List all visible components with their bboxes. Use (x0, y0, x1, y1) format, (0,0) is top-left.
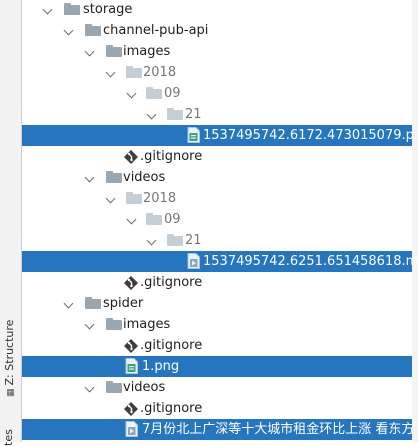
structure-icon: ▦ (6, 388, 16, 397)
git-icon (124, 402, 138, 416)
folder-icon (85, 297, 101, 309)
chevron-down-icon[interactable] (84, 319, 95, 330)
scrollbar[interactable] (412, 0, 418, 442)
chevron-down-icon[interactable] (42, 4, 53, 15)
tree-node-storage[interactable]: storage (22, 0, 412, 20)
folder-icon (126, 66, 142, 78)
chevron-down-icon[interactable] (105, 67, 116, 78)
tree-node-2018[interactable]: 2018 (22, 62, 412, 83)
chevron-down-icon[interactable] (84, 172, 95, 183)
chevron-down-icon[interactable] (126, 88, 137, 99)
tree-node-channel-pub-api[interactable]: channel-pub-api (22, 20, 412, 41)
folder-icon (106, 45, 122, 57)
chevron-down-icon[interactable] (146, 109, 157, 120)
tree-node-videos[interactable]: videos (22, 377, 412, 398)
tree-node-gitignore[interactable]: .gitignore (22, 272, 412, 293)
folder-icon (106, 318, 122, 330)
tree-node-file-png[interactable]: 1537495742.6172.473015079.png (22, 125, 418, 146)
tree-node-21[interactable]: 21 (22, 230, 412, 251)
left-tool-window-bar: ▦Z: Structure tes (0, 0, 22, 446)
tree-node-file-mp4[interactable]: 1537495742.6251.651458618.mp4 (22, 251, 418, 272)
tree-node-spider[interactable]: spider (22, 293, 412, 314)
image-file-icon (187, 127, 200, 143)
structure-tool-tab[interactable]: ▦Z: Structure (1, 320, 19, 397)
tree-node-gitignore[interactable]: .gitignore (22, 398, 412, 419)
chevron-down-icon[interactable] (126, 214, 137, 225)
folder-icon (167, 108, 183, 120)
folder-icon (167, 234, 183, 246)
folder-icon (126, 192, 142, 204)
folder-icon (146, 213, 162, 225)
chevron-down-icon[interactable] (146, 235, 157, 246)
tree-node-09[interactable]: 09 (22, 83, 412, 104)
tree-node-gitignore[interactable]: .gitignore (22, 146, 412, 167)
folder-icon (146, 87, 162, 99)
git-icon (124, 150, 138, 164)
tree-node-09[interactable]: 09 (22, 209, 412, 230)
tree-node-gitignore[interactable]: .gitignore (22, 335, 412, 356)
chevron-down-icon[interactable] (63, 298, 74, 309)
chevron-down-icon[interactable] (105, 193, 116, 204)
tree-node-images[interactable]: images (22, 314, 412, 335)
image-file-icon (125, 358, 138, 374)
git-icon (124, 339, 138, 353)
video-file-icon (187, 253, 200, 269)
git-icon (124, 276, 138, 290)
tree-node-videos[interactable]: videos (22, 167, 412, 188)
tree-node-2018[interactable]: 2018 (22, 188, 412, 209)
folder-icon (106, 171, 122, 183)
folder-icon (85, 24, 101, 36)
folder-icon (64, 3, 80, 15)
folder-icon (106, 381, 122, 393)
chevron-down-icon[interactable] (84, 46, 95, 57)
chevron-down-icon[interactable] (63, 25, 74, 36)
tree-node-file-mp4[interactable]: 7月份北上广深等十大城市租金环比上涨 看东方 201 (22, 419, 412, 440)
chevron-down-icon[interactable] (84, 382, 95, 393)
tree-node-file-png[interactable]: 1.png (22, 356, 412, 377)
tree-node-images[interactable]: images (22, 41, 412, 62)
tree-node-21[interactable]: 21 (22, 104, 412, 125)
video-file-icon (125, 421, 138, 437)
